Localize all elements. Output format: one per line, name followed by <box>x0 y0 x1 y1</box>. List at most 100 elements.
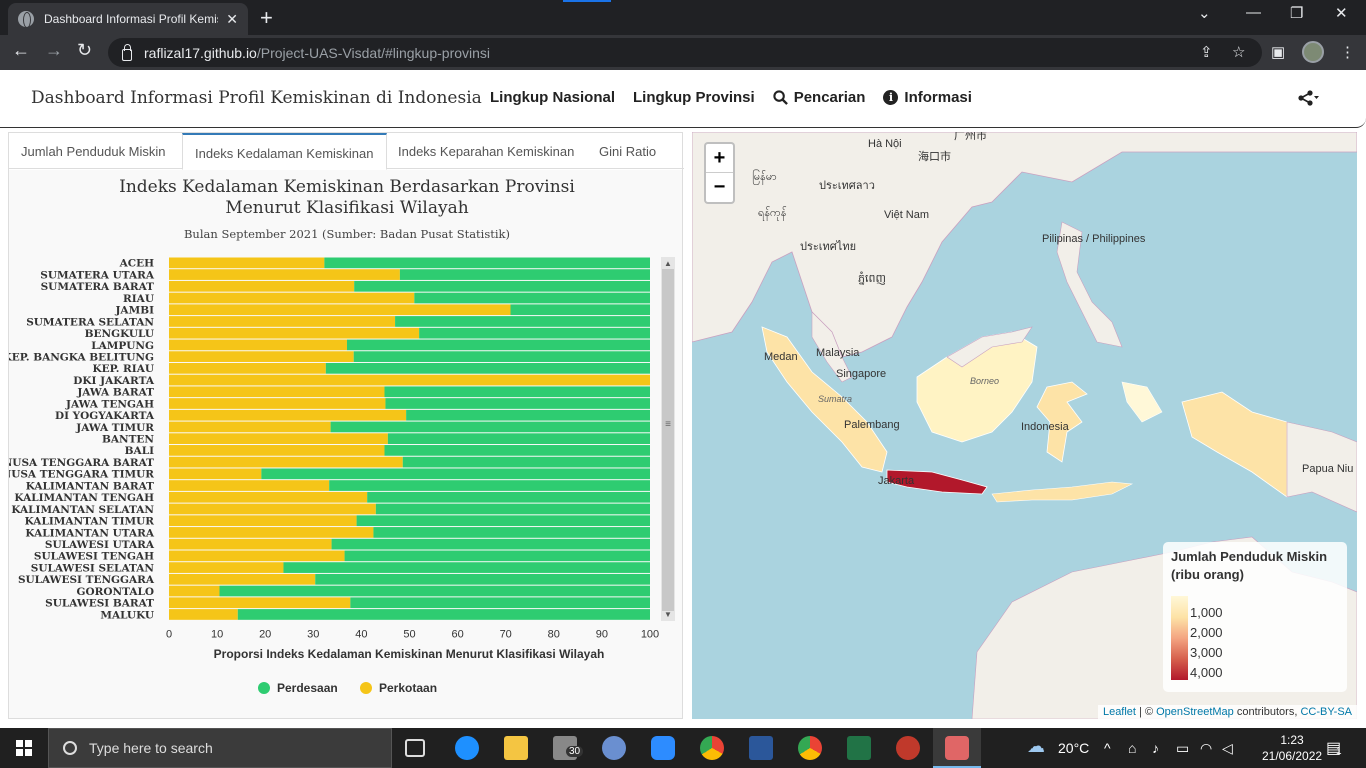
bar-perdesaan[interactable] <box>237 609 650 620</box>
bar-perdesaan[interactable] <box>350 597 650 609</box>
word-icon[interactable] <box>749 736 773 760</box>
bar-perkotaan[interactable] <box>169 527 374 538</box>
excel-icon[interactable] <box>847 736 871 760</box>
minimize-button[interactable]: — <box>1246 4 1261 21</box>
network-location-icon[interactable]: ⌂ <box>1128 740 1136 756</box>
browser-tab[interactable]: Dashboard Informasi Profil Kemis ✕ <box>8 3 248 35</box>
bar-perdesaan[interactable] <box>330 421 650 433</box>
bar-perkotaan[interactable] <box>169 503 376 515</box>
bar-perkotaan[interactable] <box>169 433 388 445</box>
bar-perkotaan[interactable] <box>169 269 400 280</box>
r-app-icon[interactable] <box>602 736 626 760</box>
show-hidden-icons[interactable]: ^ <box>1104 740 1111 756</box>
bar-perdesaan[interactable] <box>406 409 650 421</box>
profile-avatar[interactable] <box>1302 41 1324 63</box>
legend-perkotaan-marker[interactable] <box>360 682 372 694</box>
tab-gini-ratio[interactable]: Gini Ratio <box>587 133 668 169</box>
bar-perdesaan[interactable] <box>261 468 650 480</box>
temperature-label[interactable]: 20°C <box>1058 740 1089 756</box>
file-explorer-icon[interactable] <box>504 736 528 760</box>
bar-perkotaan[interactable] <box>169 316 396 327</box>
bar-perdesaan[interactable] <box>510 304 650 316</box>
bar-perkotaan[interactable] <box>169 409 407 421</box>
bookmark-star-icon[interactable]: ☆ <box>1232 43 1245 61</box>
bar-perdesaan[interactable] <box>419 327 650 339</box>
legend-perkotaan-label[interactable]: Perkotaan <box>379 681 437 695</box>
taskbar-clock[interactable]: 1:23 21/06/2022 <box>1262 732 1322 764</box>
snipping-tool-icon[interactable] <box>896 736 920 760</box>
bar-perdesaan[interactable] <box>346 339 650 351</box>
nav-informasi[interactable]: i Informasi <box>883 89 972 106</box>
scroll-up-arrow[interactable]: ▲ <box>664 259 672 268</box>
bar-perkotaan[interactable] <box>169 468 262 480</box>
bar-perdesaan[interactable] <box>344 550 650 562</box>
bar-perkotaan[interactable] <box>169 351 354 362</box>
bar-perdesaan[interactable] <box>384 386 650 398</box>
bar-perdesaan[interactable] <box>384 445 650 456</box>
tab-indeks-keparahan[interactable]: Indeks Keparahan Kemiskinan <box>386 133 586 169</box>
share-icon[interactable] <box>1298 90 1320 111</box>
bar-perdesaan[interactable] <box>325 362 650 374</box>
bar-perkotaan[interactable] <box>169 327 420 339</box>
bar-perkotaan[interactable] <box>169 538 332 550</box>
bar-perkotaan[interactable] <box>169 421 331 433</box>
bar-perdesaan[interactable] <box>399 269 650 280</box>
bar-perdesaan[interactable] <box>385 398 650 409</box>
brand-title[interactable]: Dashboard Informasi Profil Kemiskinan di… <box>31 88 482 108</box>
nav-pencarian[interactable]: Pencarian <box>773 89 865 106</box>
chrome-profile-icon[interactable] <box>798 736 822 760</box>
legend-perdesaan-marker[interactable] <box>258 682 270 694</box>
zoom-in-button[interactable]: + <box>706 144 733 173</box>
bar-perkotaan[interactable] <box>169 398 386 409</box>
sidepanel-icon[interactable]: ▣ <box>1271 43 1285 61</box>
close-tab-icon[interactable]: ✕ <box>226 11 238 28</box>
microphone-icon[interactable]: ♪ <box>1152 740 1159 756</box>
bar-perdesaan[interactable] <box>331 538 650 550</box>
chart-scrollbar-thumb[interactable] <box>662 269 674 611</box>
share-page-icon[interactable]: ⇪ <box>1200 43 1213 61</box>
bar-perdesaan[interactable] <box>329 480 650 491</box>
bar-perdesaan[interactable] <box>353 351 650 362</box>
bar-perdesaan[interactable] <box>402 456 650 468</box>
close-window-button[interactable]: ✕ <box>1335 4 1348 22</box>
bar-perkotaan[interactable] <box>169 304 511 316</box>
zoom-out-button[interactable]: − <box>706 173 733 202</box>
wifi-icon[interactable]: ◠ <box>1200 740 1212 757</box>
bar-perkotaan[interactable] <box>169 386 385 398</box>
bar-perkotaan[interactable] <box>169 257 325 269</box>
bar-perkotaan[interactable] <box>169 609 238 620</box>
map-panel[interactable]: Hà Nội 广州市 海口市 မြန်မာ ประเทศลาว ရန်ကုန် … <box>692 132 1357 719</box>
leaflet-link[interactable]: Leaflet <box>1103 706 1136 718</box>
bar-perkotaan[interactable] <box>169 562 284 573</box>
bar-perkotaan[interactable] <box>169 456 403 468</box>
scroll-down-arrow[interactable]: ▼ <box>664 610 672 619</box>
windows-start-icon[interactable] <box>16 740 32 756</box>
bar-perdesaan[interactable] <box>375 503 650 515</box>
restore-button[interactable]: ❐ <box>1290 4 1303 22</box>
weather-cloud-icon[interactable]: ☁ <box>1027 736 1045 757</box>
address-bar[interactable]: raflizal17.github.io/Project-UAS-Visdat/… <box>108 38 1262 67</box>
new-tab-button[interactable]: + <box>260 5 273 31</box>
bar-perdesaan[interactable] <box>324 257 650 269</box>
legend-perdesaan-label[interactable]: Perdesaan <box>277 681 338 695</box>
bar-perdesaan[interactable] <box>219 585 650 597</box>
bar-perdesaan[interactable] <box>414 292 650 304</box>
bar-perdesaan[interactable] <box>395 316 650 327</box>
bar-perkotaan[interactable] <box>169 292 415 304</box>
bar-perkotaan[interactable] <box>169 573 316 585</box>
tab-indeks-kedalaman[interactable]: Indeks Kedalaman Kemiskinan <box>182 133 387 170</box>
bar-perkotaan[interactable] <box>169 280 355 292</box>
bar-perdesaan[interactable] <box>315 573 650 585</box>
taskbar-search[interactable]: Type here to search <box>48 728 392 768</box>
reload-icon[interactable]: ↻ <box>77 40 92 61</box>
bar-perkotaan[interactable] <box>169 374 650 386</box>
bar-perdesaan[interactable] <box>283 562 650 573</box>
license-link[interactable]: CC-BY-SA <box>1300 706 1352 718</box>
forward-icon[interactable]: → <box>45 40 63 61</box>
bar-perkotaan[interactable] <box>169 515 357 527</box>
bar-perkotaan[interactable] <box>169 339 347 351</box>
bar-perkotaan[interactable] <box>169 362 326 374</box>
bar-perkotaan[interactable] <box>169 597 351 609</box>
bar-perdesaan[interactable] <box>356 515 650 527</box>
bar-perkotaan[interactable] <box>169 550 345 562</box>
